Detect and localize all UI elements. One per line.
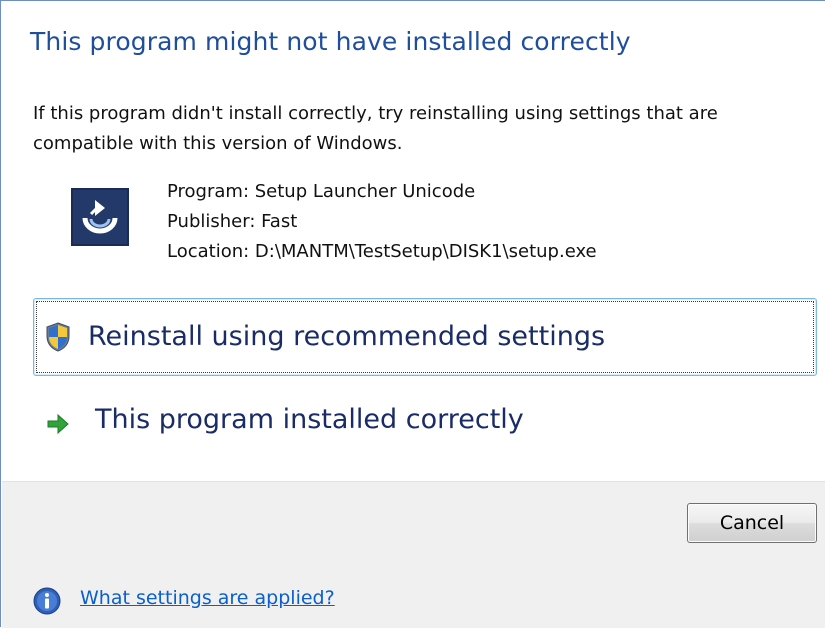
program-name: Program: Setup Launcher Unicode <box>167 181 476 202</box>
what-settings-link[interactable]: What settings are applied? <box>80 587 335 609</box>
green-arrow-icon <box>47 413 69 435</box>
installed-correctly-label: This program installed correctly <box>95 404 524 435</box>
program-location: Location: D:\MANTM\TestSetup\DISK1\setup… <box>167 241 597 262</box>
program-publisher: Publisher: Fast <box>167 211 298 232</box>
program-info: Program: Setup Launcher Unicode Publishe… <box>167 177 597 267</box>
program-compatibility-dialog: This program might not have installed co… <box>0 0 825 628</box>
uac-shield-icon <box>46 322 70 352</box>
info-icon <box>33 587 61 615</box>
setup-launcher-icon <box>71 188 129 246</box>
reinstall-recommended-button[interactable]: Reinstall using recommended settings <box>33 298 817 376</box>
installed-correctly-button[interactable]: This program installed correctly <box>33 384 817 462</box>
cancel-button[interactable]: Cancel <box>687 503 817 543</box>
main-instruction: This program might not have installed co… <box>30 27 631 56</box>
content-text: If this program didn't install correctly… <box>33 103 718 154</box>
reinstall-recommended-label: Reinstall using recommended settings <box>88 321 606 352</box>
footer: What settings are applied? <box>2 565 825 628</box>
